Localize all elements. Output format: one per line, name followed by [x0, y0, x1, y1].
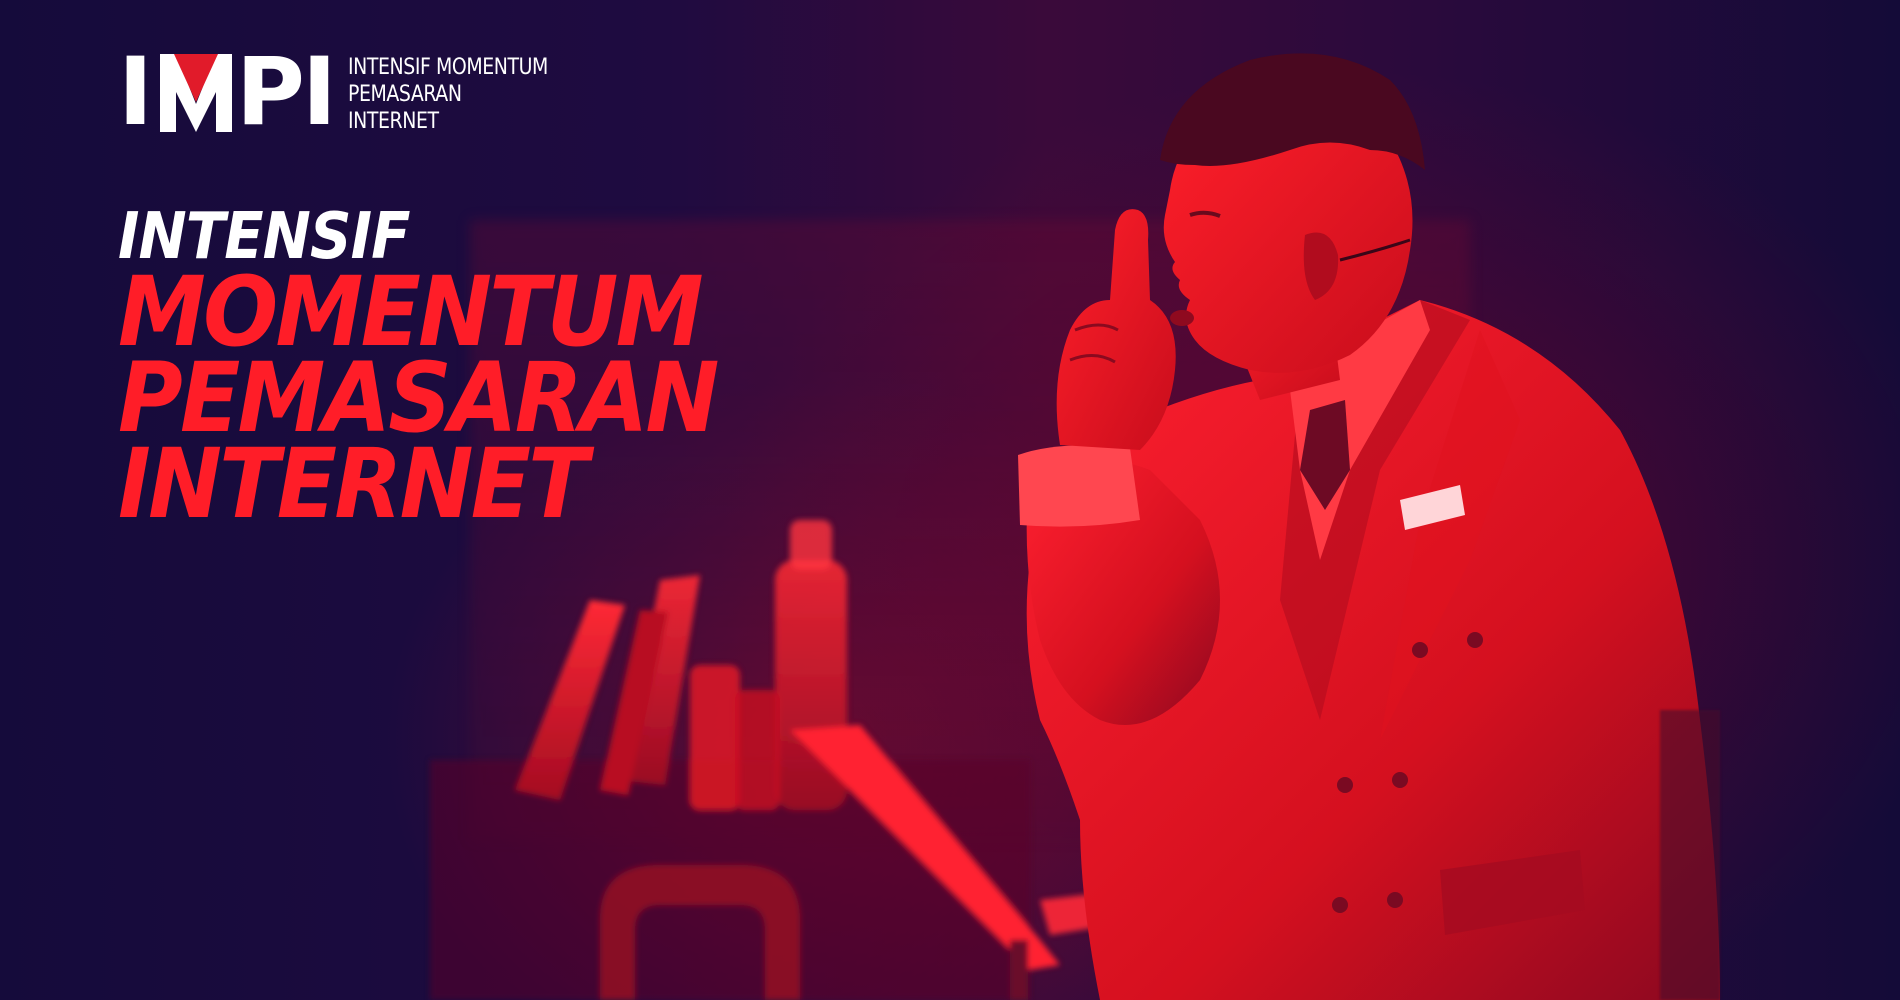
logo-mark: I P I	[118, 38, 337, 147]
headline-line-4: INTERNET	[118, 428, 589, 540]
logo-tagline-line-3: INTERNET	[347, 109, 439, 134]
logo-letter-m	[159, 54, 232, 132]
headline: INTENSIF MOMENTUM PEMASARAN INTERNET	[118, 205, 769, 540]
logo-letter-p: P	[235, 38, 305, 147]
speaker-figure	[1018, 53, 1720, 1000]
impi-logo: I P I INTENSIF MOMENTUM PEMASARAN INTERN…	[118, 38, 581, 147]
logo-letter-i: I	[118, 38, 153, 147]
logo-tagline-line-1: INTENSIF MOMENTUM	[347, 55, 548, 80]
hero-banner: I P I INTENSIF MOMENTUM PEMASARAN INTERN…	[0, 0, 1900, 1000]
logo-letter-i2: I	[301, 38, 337, 147]
logo-tagline-line-2: PEMASARAN	[347, 82, 462, 107]
logo-tagline: INTENSIF MOMENTUM PEMASARAN INTERNET	[348, 54, 581, 135]
